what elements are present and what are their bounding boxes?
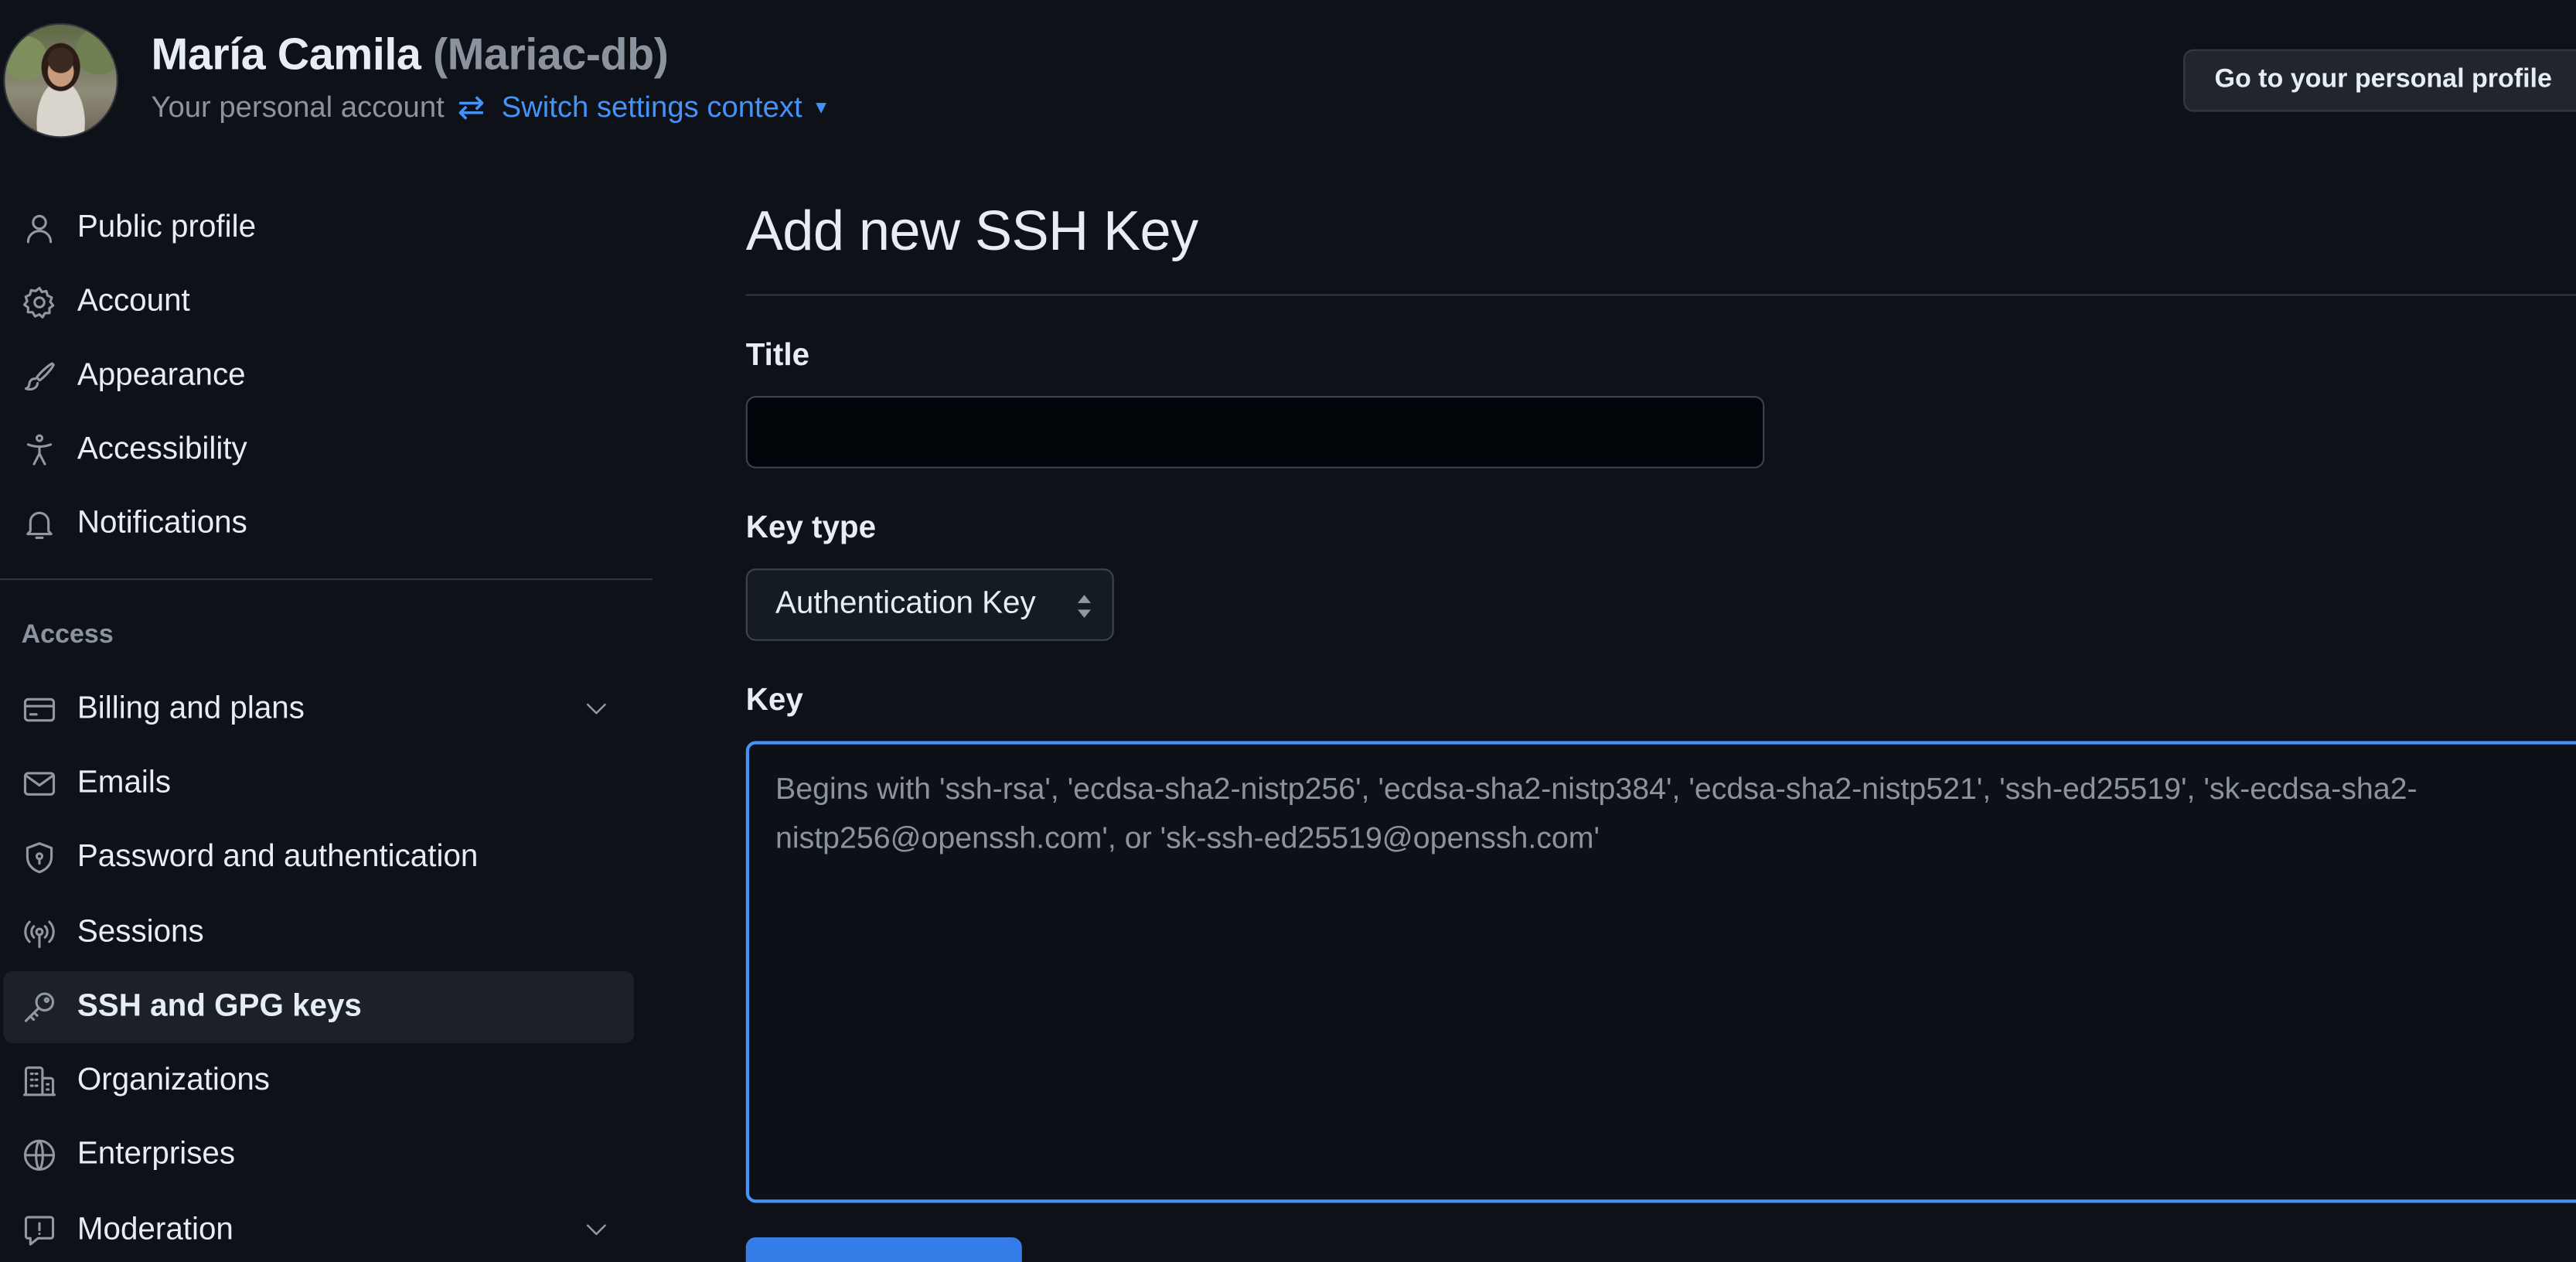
key-type-selected-value: Authentication Key [775, 586, 1036, 622]
shield-lock-icon [22, 840, 58, 876]
settings-page: María Camila (Mariac-db) Your personal a… [0, 0, 2576, 1262]
owner-display-name: María Camila [151, 29, 421, 79]
key-icon [22, 989, 58, 1025]
account-context-line: Your personal account ⇄ Switch settings … [152, 90, 830, 125]
globe-icon [22, 1138, 58, 1174]
key-textarea[interactable]: Begins with 'ssh-rsa', 'ecdsa-sha2-nistp… [745, 741, 2576, 1203]
owner-login: (Mariac-db) [432, 29, 669, 79]
sidebar-item-label: Notifications [77, 506, 247, 541]
sidebar-item-public-profile[interactable]: Public profile [3, 193, 634, 265]
credit-card-icon [22, 692, 58, 728]
key-field-label: Key [745, 684, 803, 718]
add-ssh-key-button[interactable] [745, 1237, 1022, 1262]
bell-icon [22, 507, 58, 543]
page-title: Add new SSH Key [745, 200, 1198, 263]
sidebar-item-password-and-authentication[interactable]: Password and authentication [3, 822, 634, 895]
sidebar-section-heading-access: Access [21, 621, 114, 650]
gear-icon [22, 285, 58, 321]
title-input[interactable] [745, 396, 1765, 469]
sidebar-item-label: Accessibility [77, 431, 247, 467]
sidebar-item-accessibility[interactable]: Accessibility [3, 414, 634, 487]
sidebar-item-organizations[interactable]: Organizations [3, 1045, 634, 1118]
sidebar-item-emails[interactable]: Emails [3, 748, 634, 820]
chevron-down-icon[interactable] [581, 1214, 611, 1243]
chevron-down-icon[interactable] [581, 694, 611, 723]
title-field-label: Title [745, 338, 810, 373]
sidebar-item-account[interactable]: Account [3, 266, 634, 339]
key-textarea-placeholder: Begins with 'ssh-rsa', 'ecdsa-sha2-nistp… [775, 770, 2418, 854]
sidebar-item-sessions[interactable]: Sessions [3, 897, 634, 970]
sidebar-item-label: Account [77, 284, 190, 319]
caret-down-icon: ▼ [812, 97, 830, 118]
person-icon [22, 210, 58, 247]
sidebar-item-label: Emails [77, 766, 172, 800]
sidebar-item-label: Organizations [77, 1062, 270, 1098]
sidebar-item-appearance[interactable]: Appearance [3, 340, 634, 413]
sidebar-item-notifications[interactable]: Notifications [3, 488, 634, 561]
report-icon [22, 1213, 58, 1249]
sidebar-item-label: Sessions [77, 915, 204, 950]
key-type-label: Key type [745, 510, 877, 546]
mail-icon [22, 766, 58, 802]
sidebar-item-label: SSH and GPG keys [77, 989, 362, 1024]
sidebar-item-billing-and-plans[interactable]: Billing and plans [3, 674, 634, 746]
sidebar-divider [0, 578, 653, 581]
broadcast-icon [22, 916, 58, 952]
sidebar-item-label: Password and authentication [77, 839, 479, 875]
sidebar-item-enterprises[interactable]: Enterprises [3, 1119, 634, 1192]
accessibility-icon [22, 432, 58, 469]
select-updown-icon [1078, 595, 1091, 618]
sidebar-item-label: Billing and plans [77, 691, 305, 727]
sidebar-item-label: Public profile [77, 210, 257, 245]
organization-icon [22, 1063, 58, 1100]
sidebar-item-label: Moderation [77, 1213, 233, 1247]
go-to-profile-button[interactable]: Go to your personal profile [2183, 49, 2576, 112]
switch-settings-context-link[interactable]: ⇄ Switch settings context ▼ [458, 90, 830, 125]
account-owner-name: María Camila (Mariac-db) [152, 29, 669, 80]
account-type-label: Your personal account [151, 90, 445, 124]
sidebar-item-label: Appearance [77, 358, 246, 393]
arrow-switch-icon: ⇄ [457, 89, 486, 126]
switch-context-label: Switch settings context [501, 90, 802, 124]
sidebar-item-label: Enterprises [77, 1137, 236, 1172]
title-divider [745, 294, 2576, 296]
sidebar-item-moderation[interactable]: Moderation [3, 1195, 634, 1262]
avatar[interactable] [3, 22, 118, 138]
paintbrush-icon [22, 358, 58, 394]
sidebar-item-ssh-and-gpg-keys[interactable]: SSH and GPG keys [3, 970, 635, 1044]
key-type-select[interactable]: Authentication Key [745, 568, 1114, 641]
